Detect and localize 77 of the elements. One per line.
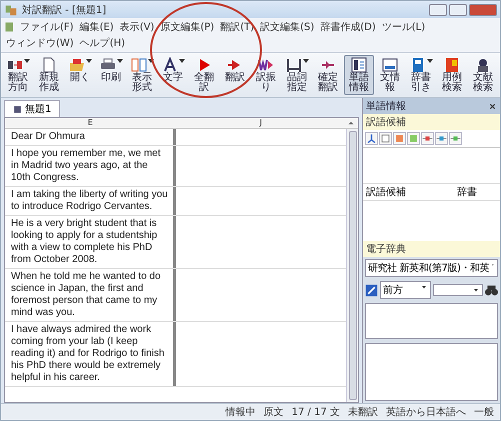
toolbar-button[interactable]: 単語情報 xyxy=(344,55,374,95)
menu-item[interactable]: 原文編集(P) xyxy=(158,19,216,35)
source-sentence[interactable]: When he told me he wanted to do science in Japan, the first and foremost person that came to my mind was you. xyxy=(5,269,176,321)
window-title: 対訳翻訳 - [無題1] xyxy=(22,4,108,16)
toolbar-button[interactable]: 全翻訳 xyxy=(189,55,219,95)
search-field[interactable] xyxy=(432,284,483,296)
status-text: 17 / 17 文 xyxy=(292,406,340,419)
scrollbar[interactable] xyxy=(346,129,358,402)
toolbar-button[interactable]: 文情報 xyxy=(375,55,405,95)
column-header: J xyxy=(258,118,263,128)
letter-arrow-icon xyxy=(258,57,274,73)
caret-icon xyxy=(24,59,30,63)
menu-item[interactable]: ファイル(F) xyxy=(18,19,76,35)
source-sentence[interactable]: I hope you remember me, we met in Madrid two years ago, at the 10th Congress. xyxy=(5,146,176,186)
close-button[interactable] xyxy=(469,4,497,16)
search-icon[interactable] xyxy=(485,284,498,296)
slider-icon[interactable] xyxy=(435,132,448,145)
section-title: 電子辞典 xyxy=(363,241,500,257)
dictionary-dropdown[interactable]: 研究社 新英和(第7版)・和英 xyxy=(365,259,498,277)
panel-title: 単語情報 xyxy=(366,100,406,113)
page-icon[interactable] xyxy=(379,132,392,145)
toolbar-button[interactable]: 翻訳方向 xyxy=(3,55,33,95)
tree-icon[interactable] xyxy=(365,132,378,145)
font-icon xyxy=(162,57,178,73)
maximize-button[interactable] xyxy=(449,4,467,16)
document-tab[interactable]: 無題1 xyxy=(4,100,60,117)
slider-icon[interactable] xyxy=(449,132,462,145)
caret-icon xyxy=(86,59,92,63)
source-sentence[interactable]: He is a very bright student that is looking to apply for a studentship with a view to complete his PhD from October 2008. xyxy=(5,216,176,268)
toolbar-button[interactable]: 確定翻訳 xyxy=(313,55,343,95)
menu-item[interactable]: 編集(E) xyxy=(78,19,116,35)
toolbar-button[interactable]: 用例検索 xyxy=(437,55,467,95)
caret-icon xyxy=(426,59,432,63)
status-text: 英語から日本語へ xyxy=(386,406,466,419)
menu-item[interactable]: 表示(V) xyxy=(118,19,156,35)
minimize-button[interactable] xyxy=(429,4,447,16)
column-header: 訳語候補 xyxy=(366,186,407,199)
caret-icon xyxy=(116,59,122,63)
menu-item[interactable]: ツール(L) xyxy=(380,19,428,35)
toolbar-button[interactable]: 訳振り xyxy=(251,55,281,95)
caret-icon xyxy=(472,286,480,294)
bracket-icon xyxy=(286,57,302,73)
column-header: E xyxy=(86,118,94,128)
caret-icon xyxy=(302,59,308,63)
source-sentence[interactable]: Dear Dr Ohmura xyxy=(5,129,176,145)
columns-icon xyxy=(130,57,146,73)
menu-item[interactable]: ヘルプ(H) xyxy=(78,35,128,51)
slider-icon[interactable] xyxy=(421,132,434,145)
menu-item[interactable]: 辞書作成(D) xyxy=(318,19,378,35)
toolbar-button[interactable]: 文献検索 xyxy=(468,55,498,95)
column-header: 辞書 xyxy=(457,186,478,199)
status-text: 一般 xyxy=(474,406,494,419)
caret-icon xyxy=(148,59,154,63)
caret-icon xyxy=(420,283,428,291)
source-sentence[interactable]: I have always admired the work coming from your lab (I keep reading it) and for Rodrigo to finish his PhD there would be extremely helpful in his career. xyxy=(5,322,176,386)
toolbar-button[interactable]: 辞書引き xyxy=(406,55,436,95)
menu-item[interactable]: ウィンドウ(W) xyxy=(4,35,76,51)
toolbar-button[interactable]: 印刷 xyxy=(96,55,126,95)
caret-icon xyxy=(178,59,184,63)
status-text: 情報中 xyxy=(226,406,256,419)
new-document-icon xyxy=(41,57,57,73)
panel-icon xyxy=(351,57,367,73)
toolbar-button[interactable]: 翻訳 xyxy=(220,55,250,95)
source-sentence[interactable]: I am taking the liberty of writing you to introduce Rodrigo Cervantes. xyxy=(5,187,176,215)
toolbar-button[interactable]: 品詞指定 xyxy=(282,55,312,95)
toolbar-button[interactable]: 表示形式 xyxy=(127,55,157,95)
section-title: 訳語候補 xyxy=(363,114,500,130)
folder-icon xyxy=(68,57,84,73)
toolbar-button[interactable]: 開く xyxy=(65,55,95,95)
status-text: 原文 xyxy=(264,406,284,419)
app-icon xyxy=(4,2,18,16)
window-icon xyxy=(382,57,398,73)
close-icon[interactable] xyxy=(488,102,497,110)
status-text: 未翻訳 xyxy=(348,406,378,419)
search-mode-dropdown[interactable]: 前方 xyxy=(380,281,430,299)
toolbar-button[interactable]: 新規作成 xyxy=(34,55,64,95)
menu-item[interactable]: 訳文編集(S) xyxy=(258,19,316,35)
